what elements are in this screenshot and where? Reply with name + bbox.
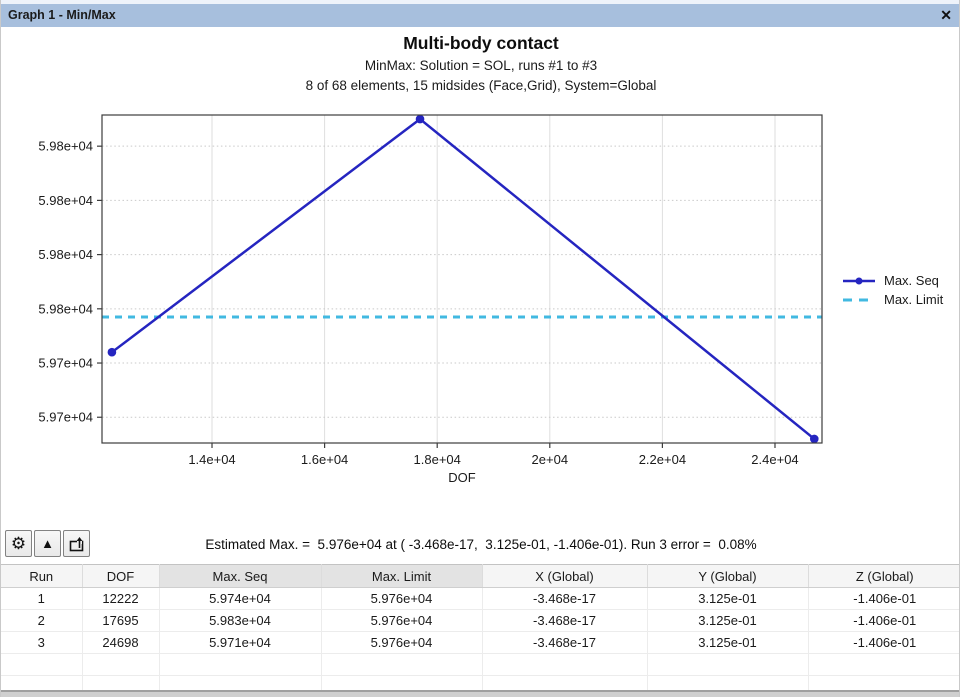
table-row[interactable]: 1122225.974e+045.976e+04-3.468e-173.125e… bbox=[1, 588, 960, 610]
results-table: RunDOFMax. SeqMax. LimitX (Global)Y (Glo… bbox=[1, 564, 960, 697]
chart-legend: Max. Seq Max. Limit bbox=[842, 271, 943, 309]
y-tick-label: 5.98e+04 bbox=[38, 139, 93, 154]
table-empty-cell bbox=[808, 654, 960, 676]
column-header-dof[interactable]: DOF bbox=[82, 565, 159, 588]
plot-area: 1.4e+04 1.6e+04 1.8e+04 2e+04 2.2e+04 2.4e+04… bbox=[1, 0, 960, 500]
column-header-max-seq[interactable]: Max. Seq bbox=[159, 565, 321, 588]
legend-label-max-seq: Max. Seq bbox=[884, 273, 939, 288]
x-tick-label: 2.4e+04 bbox=[751, 452, 798, 467]
table-row[interactable]: 2176955.983e+045.976e+04-3.468e-173.125e… bbox=[1, 610, 960, 632]
table-empty-row bbox=[1, 654, 960, 676]
gear-icon: ⚙ bbox=[11, 535, 26, 552]
x-tick-label: 1.6e+04 bbox=[301, 452, 348, 467]
table-empty-cell bbox=[82, 654, 159, 676]
max-limit-line-swatch bbox=[842, 294, 876, 306]
x-tick-label: 2.2e+04 bbox=[639, 452, 686, 467]
graph-window: Graph 1 - Min/Max ✕ Multi-body contact M… bbox=[0, 0, 960, 697]
column-header-z-global[interactable]: Z (Global) bbox=[808, 565, 960, 588]
column-header-run[interactable]: Run bbox=[1, 565, 82, 588]
legend-item-max-seq: Max. Seq bbox=[842, 271, 943, 290]
x-axis-label: DOF bbox=[102, 470, 822, 485]
x-tick-label: 1.4e+04 bbox=[188, 452, 235, 467]
table-cell[interactable]: 3.125e-01 bbox=[647, 632, 808, 654]
column-header-y-global[interactable]: Y (Global) bbox=[647, 565, 808, 588]
table-cell[interactable]: 12222 bbox=[82, 588, 159, 610]
table-cell[interactable]: 3 bbox=[1, 632, 82, 654]
data-point-marker[interactable] bbox=[810, 435, 819, 444]
export-button[interactable] bbox=[63, 530, 90, 557]
table-cell[interactable]: -1.406e-01 bbox=[808, 610, 960, 632]
x-tick-label: 1.8e+04 bbox=[414, 452, 461, 467]
table-cell[interactable]: 1 bbox=[1, 588, 82, 610]
table-empty-cell bbox=[482, 654, 647, 676]
y-tick-label: 5.97e+04 bbox=[38, 356, 93, 371]
status-text: Estimated Max. = 5.976e+04 at ( -3.468e-… bbox=[91, 537, 871, 552]
y-tick-label: 5.98e+04 bbox=[38, 193, 93, 208]
table-cell[interactable]: 5.976e+04 bbox=[321, 632, 482, 654]
scale-button[interactable]: ▲ bbox=[34, 530, 61, 557]
column-header-max-limit[interactable]: Max. Limit bbox=[321, 565, 482, 588]
table-cell[interactable]: 5.983e+04 bbox=[159, 610, 321, 632]
x-tick-label: 2e+04 bbox=[532, 452, 569, 467]
max-seq-line-swatch bbox=[842, 275, 876, 287]
table-cell[interactable]: 5.971e+04 bbox=[159, 632, 321, 654]
table-cell[interactable]: 5.974e+04 bbox=[159, 588, 321, 610]
table-cell[interactable]: -1.406e-01 bbox=[808, 588, 960, 610]
data-point-marker[interactable] bbox=[108, 348, 117, 357]
table-header-row: RunDOFMax. SeqMax. LimitX (Global)Y (Glo… bbox=[1, 565, 960, 588]
table-cell[interactable]: 3.125e-01 bbox=[647, 588, 808, 610]
table-cell[interactable]: -3.468e-17 bbox=[482, 632, 647, 654]
table-cell[interactable]: -3.468e-17 bbox=[482, 610, 647, 632]
data-point-marker[interactable] bbox=[416, 115, 425, 124]
results-table-container: RunDOFMax. SeqMax. LimitX (Global)Y (Glo… bbox=[1, 564, 960, 697]
window-bottom-edge bbox=[1, 690, 960, 697]
table-cell[interactable]: -1.406e-01 bbox=[808, 632, 960, 654]
table-cell[interactable]: 24698 bbox=[82, 632, 159, 654]
settings-button[interactable]: ⚙ bbox=[5, 530, 32, 557]
table-empty-cell bbox=[647, 654, 808, 676]
table-cell[interactable]: 2 bbox=[1, 610, 82, 632]
table-row[interactable]: 3246985.971e+045.976e+04-3.468e-173.125e… bbox=[1, 632, 960, 654]
table-cell[interactable]: 5.976e+04 bbox=[321, 588, 482, 610]
table-cell[interactable]: 5.976e+04 bbox=[321, 610, 482, 632]
table-empty-cell bbox=[159, 654, 321, 676]
table-cell[interactable]: 3.125e-01 bbox=[647, 610, 808, 632]
table-cell[interactable]: 17695 bbox=[82, 610, 159, 632]
export-graph-icon bbox=[67, 534, 87, 554]
y-tick-label: 5.98e+04 bbox=[38, 301, 93, 316]
table-empty-cell bbox=[321, 654, 482, 676]
triangle-up-icon: ▲ bbox=[41, 537, 54, 550]
table-empty-cell bbox=[1, 654, 82, 676]
table-cell[interactable]: -3.468e-17 bbox=[482, 588, 647, 610]
y-tick-label: 5.97e+04 bbox=[38, 410, 93, 425]
column-header-x-global[interactable]: X (Global) bbox=[482, 565, 647, 588]
legend-item-max-limit: Max. Limit bbox=[842, 290, 943, 309]
series-line bbox=[112, 119, 814, 439]
y-tick-label: 5.98e+04 bbox=[38, 247, 93, 262]
legend-label-max-limit: Max. Limit bbox=[884, 292, 943, 307]
